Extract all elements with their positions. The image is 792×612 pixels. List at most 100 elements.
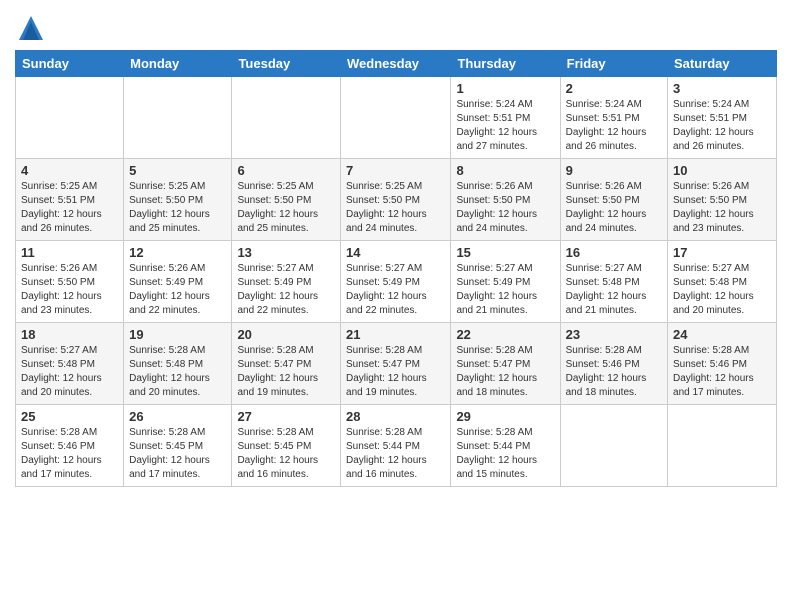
- calendar-cell: 22Sunrise: 5:28 AM Sunset: 5:47 PM Dayli…: [451, 323, 560, 405]
- day-number: 15: [456, 245, 554, 260]
- day-detail: Sunrise: 5:26 AM Sunset: 5:50 PM Dayligh…: [673, 180, 771, 236]
- day-number: 22: [456, 327, 554, 342]
- day-detail: Sunrise: 5:28 AM Sunset: 5:45 PM Dayligh…: [129, 426, 226, 482]
- day-detail: Sunrise: 5:26 AM Sunset: 5:50 PM Dayligh…: [566, 180, 662, 236]
- day-number: 3: [673, 81, 771, 96]
- day-detail: Sunrise: 5:28 AM Sunset: 5:44 PM Dayligh…: [456, 426, 554, 482]
- day-number: 28: [346, 409, 445, 424]
- calendar-cell: 26 Sunrise: 5:28 AM Sunset: 5:45 PM Dayli…: [124, 405, 232, 487]
- calendar-cell: 12 Sunrise: 5:26 AM Sunset: 5:49 PM Dayli…: [124, 241, 232, 323]
- calendar-cell: 10 Sunrise: 5:26 AM Sunset: 5:50 PM Dayli…: [668, 159, 777, 241]
- calendar-week-2: 4 Sunrise: 5:25 AM Sunset: 5:51 PM Daylig…: [16, 159, 777, 241]
- day-detail: Sunrise: 5:27 AM Sunset: 5:48 PM Dayligh…: [566, 262, 662, 318]
- day-detail: Sunrise: 5:27 AM Sunset: 5:49 PM Dayligh…: [237, 262, 335, 318]
- calendar-cell: [124, 77, 232, 159]
- weekday-header-saturday: Saturday: [668, 51, 777, 77]
- calendar-week-1: 1 Sunrise: 5:24 AM Sunset: 5:51 PM Daylig…: [16, 77, 777, 159]
- day-detail: Sunrise: 5:28 AM Sunset: 5:47 PM Dayligh…: [346, 344, 445, 400]
- calendar-body: 1 Sunrise: 5:24 AM Sunset: 5:51 PM Daylig…: [16, 77, 777, 487]
- day-number: 27: [237, 409, 335, 424]
- calendar-cell: 16Sunrise: 5:27 AM Sunset: 5:48 PM Dayli…: [560, 241, 667, 323]
- day-detail: Sunrise: 5:24 AM Sunset: 5:51 PM Dayligh…: [456, 98, 554, 154]
- calendar-week-4: 18 Sunrise: 5:27 AM Sunset: 5:48 PM Dayli…: [16, 323, 777, 405]
- day-number: 29: [456, 409, 554, 424]
- day-detail: Sunrise: 5:27 AM Sunset: 5:48 PM Dayligh…: [673, 262, 771, 318]
- weekday-header-wednesday: Wednesday: [341, 51, 451, 77]
- calendar-cell: 5Sunrise: 5:25 AM Sunset: 5:50 PM Daylig…: [124, 159, 232, 241]
- day-number: 21: [346, 327, 445, 342]
- weekday-header-sunday: Sunday: [16, 51, 124, 77]
- calendar-cell: [232, 77, 341, 159]
- day-detail: Sunrise: 5:27 AM Sunset: 5:49 PM Dayligh…: [456, 262, 554, 318]
- logo-icon: [17, 14, 45, 42]
- calendar-cell: [668, 405, 777, 487]
- day-detail: Sunrise: 5:25 AM Sunset: 5:50 PM Dayligh…: [346, 180, 445, 236]
- calendar-cell: [341, 77, 451, 159]
- weekday-header-tuesday: Tuesday: [232, 51, 341, 77]
- calendar-cell: 9 Sunrise: 5:26 AM Sunset: 5:50 PM Daylig…: [560, 159, 667, 241]
- header: [15, 10, 777, 42]
- day-detail: Sunrise: 5:26 AM Sunset: 5:50 PM Dayligh…: [21, 262, 118, 318]
- calendar-cell: 7 Sunrise: 5:25 AM Sunset: 5:50 PM Daylig…: [341, 159, 451, 241]
- day-number: 10: [673, 163, 771, 178]
- day-number: 9: [566, 163, 662, 178]
- calendar-cell: 15 Sunrise: 5:27 AM Sunset: 5:49 PM Dayli…: [451, 241, 560, 323]
- day-detail: Sunrise: 5:24 AM Sunset: 5:51 PM Dayligh…: [673, 98, 771, 154]
- day-number: 11: [21, 245, 118, 260]
- day-number: 18: [21, 327, 118, 342]
- calendar-cell: 27 Sunrise: 5:28 AM Sunset: 5:45 PM Dayli…: [232, 405, 341, 487]
- calendar-table: SundayMondayTuesdayWednesdayThursdayFrid…: [15, 50, 777, 487]
- day-number: 4: [21, 163, 118, 178]
- day-detail: Sunrise: 5:27 AM Sunset: 5:49 PM Dayligh…: [346, 262, 445, 318]
- calendar-cell: 6Sunrise: 5:25 AM Sunset: 5:50 PM Daylig…: [232, 159, 341, 241]
- calendar-cell: [16, 77, 124, 159]
- day-detail: Sunrise: 5:28 AM Sunset: 5:47 PM Dayligh…: [237, 344, 335, 400]
- calendar-cell: 11 Sunrise: 5:26 AM Sunset: 5:50 PM Dayli…: [16, 241, 124, 323]
- day-detail: Sunrise: 5:25 AM Sunset: 5:51 PM Dayligh…: [21, 180, 118, 236]
- day-detail: Sunrise: 5:26 AM Sunset: 5:50 PM Dayligh…: [456, 180, 554, 236]
- day-number: 8: [456, 163, 554, 178]
- day-number: 20: [237, 327, 335, 342]
- calendar-cell: 21 Sunrise: 5:28 AM Sunset: 5:47 PM Dayli…: [341, 323, 451, 405]
- day-number: 26: [129, 409, 226, 424]
- day-number: 19: [129, 327, 226, 342]
- day-number: 13: [237, 245, 335, 260]
- weekday-header-thursday: Thursday: [451, 51, 560, 77]
- calendar-cell: 20 Sunrise: 5:28 AM Sunset: 5:47 PM Dayli…: [232, 323, 341, 405]
- day-detail: Sunrise: 5:28 AM Sunset: 5:45 PM Dayligh…: [237, 426, 335, 482]
- day-detail: Sunrise: 5:28 AM Sunset: 5:44 PM Dayligh…: [346, 426, 445, 482]
- calendar-cell: 25 Sunrise: 5:28 AM Sunset: 5:46 PM Dayli…: [16, 405, 124, 487]
- day-detail: Sunrise: 5:25 AM Sunset: 5:50 PM Dayligh…: [129, 180, 226, 236]
- calendar-cell: 28 Sunrise: 5:28 AM Sunset: 5:44 PM Dayli…: [341, 405, 451, 487]
- calendar-cell: 4 Sunrise: 5:25 AM Sunset: 5:51 PM Daylig…: [16, 159, 124, 241]
- calendar-cell: 1 Sunrise: 5:24 AM Sunset: 5:51 PM Daylig…: [451, 77, 560, 159]
- day-detail: Sunrise: 5:27 AM Sunset: 5:48 PM Dayligh…: [21, 344, 118, 400]
- day-number: 2: [566, 81, 662, 96]
- day-number: 1: [456, 81, 554, 96]
- calendar-cell: 29 Sunrise: 5:28 AM Sunset: 5:44 PM Dayli…: [451, 405, 560, 487]
- day-number: 17: [673, 245, 771, 260]
- calendar-cell: 23 Sunrise: 5:28 AM Sunset: 5:46 PM Dayli…: [560, 323, 667, 405]
- day-number: 12: [129, 245, 226, 260]
- day-detail: Sunrise: 5:26 AM Sunset: 5:49 PM Dayligh…: [129, 262, 226, 318]
- day-number: 25: [21, 409, 118, 424]
- calendar-week-3: 11 Sunrise: 5:26 AM Sunset: 5:50 PM Dayli…: [16, 241, 777, 323]
- day-detail: Sunrise: 5:28 AM Sunset: 5:46 PM Dayligh…: [21, 426, 118, 482]
- logo: [15, 14, 45, 42]
- weekday-header-friday: Friday: [560, 51, 667, 77]
- weekday-header-row: SundayMondayTuesdayWednesdayThursdayFrid…: [16, 51, 777, 77]
- calendar-cell: 24Sunrise: 5:28 AM Sunset: 5:46 PM Dayli…: [668, 323, 777, 405]
- day-detail: Sunrise: 5:24 AM Sunset: 5:51 PM Dayligh…: [566, 98, 662, 154]
- calendar-cell: 13 Sunrise: 5:27 AM Sunset: 5:49 PM Dayli…: [232, 241, 341, 323]
- day-number: 6: [237, 163, 335, 178]
- day-number: 14: [346, 245, 445, 260]
- weekday-header-monday: Monday: [124, 51, 232, 77]
- calendar-cell: 19Sunrise: 5:28 AM Sunset: 5:48 PM Dayli…: [124, 323, 232, 405]
- calendar-cell: 14 Sunrise: 5:27 AM Sunset: 5:49 PM Dayli…: [341, 241, 451, 323]
- calendar-cell: 17 Sunrise: 5:27 AM Sunset: 5:48 PM Dayli…: [668, 241, 777, 323]
- calendar-cell: 18 Sunrise: 5:27 AM Sunset: 5:48 PM Dayli…: [16, 323, 124, 405]
- calendar-header: SundayMondayTuesdayWednesdayThursdayFrid…: [16, 51, 777, 77]
- day-number: 23: [566, 327, 662, 342]
- day-number: 7: [346, 163, 445, 178]
- day-detail: Sunrise: 5:28 AM Sunset: 5:46 PM Dayligh…: [566, 344, 662, 400]
